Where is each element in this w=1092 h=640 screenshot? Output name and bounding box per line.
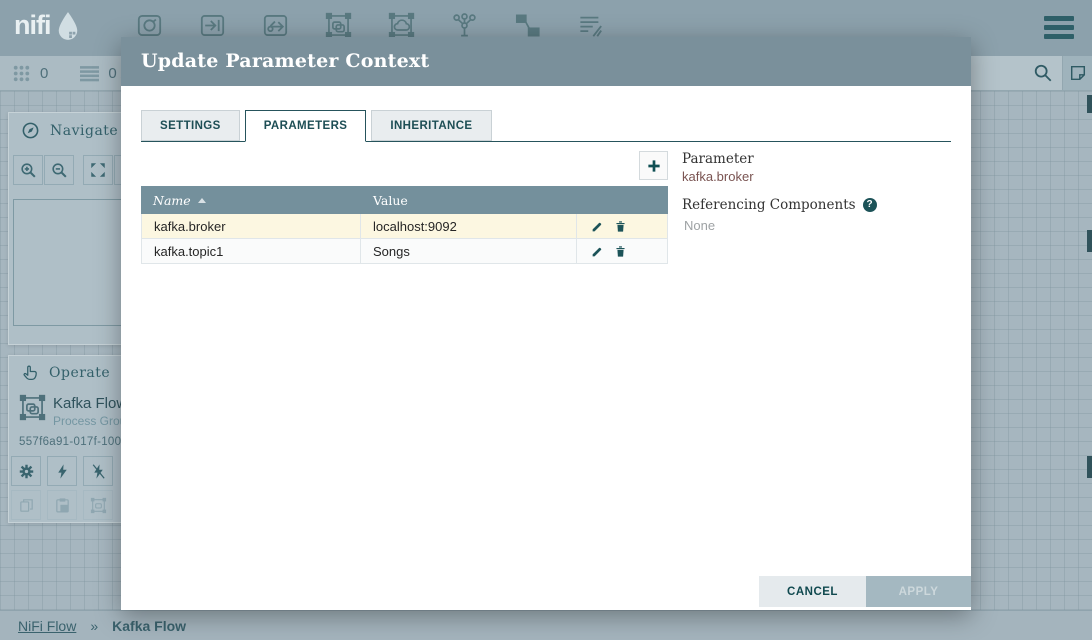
breadcrumb-current: Kafka Flow bbox=[112, 618, 186, 634]
table-header-row: Name Value bbox=[141, 186, 668, 214]
cancel-button[interactable]: CANCEL bbox=[759, 576, 866, 607]
breadcrumb: NiFi Flow » Kafka Flow bbox=[0, 610, 1092, 640]
parameter-detail-label: Parameter bbox=[682, 151, 754, 167]
tab-settings[interactable]: SETTINGS bbox=[141, 110, 240, 141]
hamburger-icon bbox=[1044, 16, 1074, 21]
row-actions bbox=[577, 214, 667, 238]
canvas-component-fragment bbox=[1087, 95, 1092, 113]
tab-parameters[interactable]: PARAMETERS bbox=[245, 110, 367, 142]
apply-button[interactable]: APPLY bbox=[866, 576, 971, 607]
paste-icon bbox=[54, 497, 71, 514]
delete-parameter-button[interactable] bbox=[614, 245, 627, 258]
remote-process-group-icon[interactable] bbox=[388, 12, 415, 39]
parameter-name-cell: kafka.topic1 bbox=[142, 239, 361, 263]
lightning-bolt-slash-icon bbox=[90, 463, 107, 480]
column-header-value[interactable]: Value bbox=[361, 193, 578, 208]
table-row[interactable]: kafka.topic1 Songs bbox=[141, 239, 668, 264]
edit-parameter-button[interactable] bbox=[591, 220, 604, 233]
add-parameter-button[interactable] bbox=[639, 151, 668, 180]
column-header-name[interactable]: Name bbox=[141, 193, 361, 208]
copy-button bbox=[11, 490, 41, 520]
tab-inheritance[interactable]: INHERITANCE bbox=[371, 110, 491, 141]
canvas-component-fragment bbox=[1087, 230, 1092, 252]
active-threads-icon bbox=[12, 64, 31, 83]
configuration-button[interactable] bbox=[11, 456, 41, 486]
table-row[interactable]: kafka.broker localhost:9092 bbox=[141, 214, 668, 239]
help-icon[interactable]: ? bbox=[863, 198, 877, 212]
global-menu-button[interactable] bbox=[1044, 16, 1074, 39]
label-icon[interactable] bbox=[577, 12, 604, 39]
lightning-bolt-icon bbox=[54, 463, 71, 480]
nifi-application: nifi bbox=[0, 0, 1092, 640]
flow-settings-button[interactable] bbox=[1062, 56, 1092, 90]
nifi-logo-text: nifi bbox=[14, 10, 51, 41]
processor-icon[interactable] bbox=[136, 12, 163, 39]
parameter-value-cell: localhost:9092 bbox=[361, 214, 577, 238]
zoom-fit-button[interactable] bbox=[83, 155, 113, 185]
stop-button[interactable] bbox=[83, 456, 113, 486]
dialog-tabs: SETTINGS PARAMETERS INHERITANCE bbox=[141, 110, 951, 142]
breadcrumb-separator: » bbox=[90, 618, 98, 634]
row-actions bbox=[577, 239, 667, 263]
group-icon bbox=[90, 497, 107, 514]
funnel-icon[interactable] bbox=[451, 12, 478, 39]
referencing-components-value: None bbox=[684, 218, 715, 233]
breadcrumb-root-link[interactable]: NiFi Flow bbox=[18, 618, 76, 634]
hand-icon bbox=[21, 364, 39, 382]
gear-icon bbox=[17, 462, 36, 481]
zoom-in-button[interactable] bbox=[13, 155, 43, 185]
operate-panel-title: Operate bbox=[49, 365, 110, 381]
sort-ascending-icon bbox=[198, 198, 206, 203]
input-port-icon[interactable] bbox=[199, 12, 226, 39]
canvas-component-fragment bbox=[1087, 456, 1092, 478]
active-threads-count: 0 bbox=[40, 65, 48, 82]
parameter-name-cell: kafka.broker bbox=[142, 214, 361, 238]
dialog-title: Update Parameter Context bbox=[121, 37, 971, 86]
component-toolbar bbox=[136, 12, 604, 39]
process-group-badge-icon bbox=[19, 394, 46, 421]
start-button[interactable] bbox=[47, 456, 77, 486]
selected-component-name: Kafka Flow bbox=[53, 395, 127, 412]
parameters-table: Name Value kafka.broker localhost:9092 bbox=[141, 186, 668, 264]
paste-button bbox=[47, 490, 77, 520]
process-group-icon[interactable] bbox=[325, 12, 352, 39]
zoom-out-button[interactable] bbox=[44, 155, 74, 185]
output-port-icon[interactable] bbox=[262, 12, 289, 39]
referencing-components-label: Referencing Components ? bbox=[682, 197, 877, 213]
copy-icon bbox=[18, 497, 35, 514]
plus-icon bbox=[645, 157, 663, 175]
template-icon[interactable] bbox=[514, 12, 541, 39]
parameter-detail-value: kafka.broker bbox=[682, 169, 754, 184]
delete-parameter-button[interactable] bbox=[614, 220, 627, 233]
nifi-drop-icon bbox=[54, 11, 82, 41]
group-button bbox=[83, 490, 113, 520]
nifi-logo: nifi bbox=[14, 10, 82, 41]
compass-icon bbox=[21, 121, 40, 140]
parameter-value-cell: Songs bbox=[361, 239, 577, 263]
update-parameter-context-dialog: Update Parameter Context SETTINGS PARAME… bbox=[121, 37, 971, 610]
note-icon bbox=[1069, 64, 1087, 82]
queued-icon bbox=[80, 65, 99, 82]
edit-parameter-button[interactable] bbox=[591, 245, 604, 258]
navigate-panel-title: Navigate bbox=[50, 123, 118, 139]
search-icon[interactable] bbox=[1033, 63, 1053, 83]
